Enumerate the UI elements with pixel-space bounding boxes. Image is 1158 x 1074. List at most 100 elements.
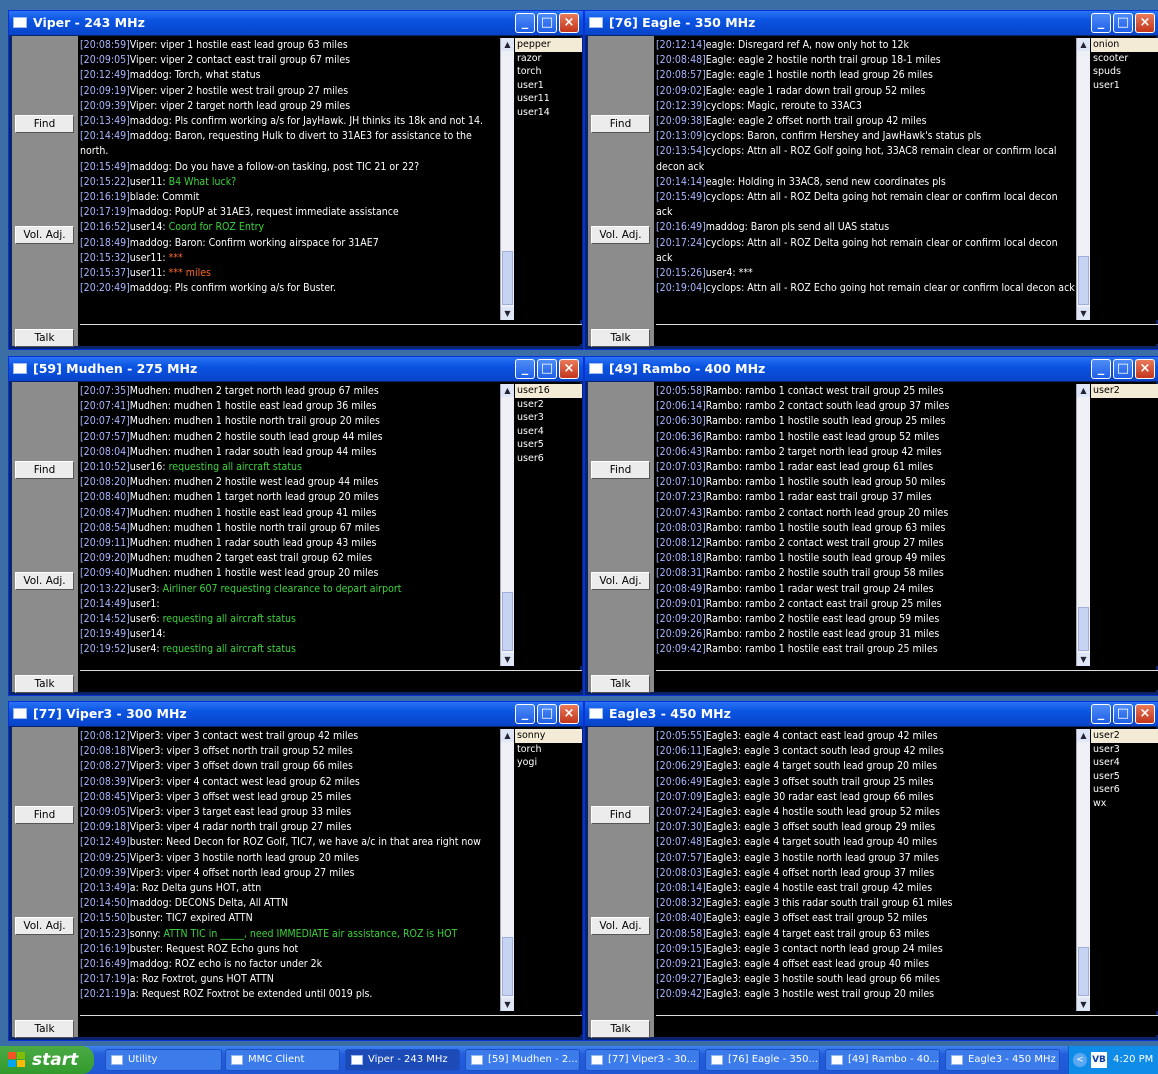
maximize-button[interactable]: □	[1113, 359, 1133, 379]
title-bar[interactable]: Viper - 243 MHz _ □ ×	[9, 11, 583, 35]
user-list-item[interactable]: user4	[515, 425, 582, 439]
taskbar-button[interactable]: Utility	[105, 1049, 222, 1071]
taskbar-button[interactable]: [49] Rambo - 40...	[825, 1049, 940, 1071]
taskbar-button[interactable]: [77] Viper3 - 30...	[585, 1049, 700, 1071]
tray-app-icon[interactable]: VB	[1091, 1052, 1107, 1068]
user-list-item[interactable]: spuds	[1091, 65, 1158, 79]
scroll-down-arrow-icon[interactable]: ▼	[1077, 998, 1090, 1011]
scroll-thumb[interactable]	[1078, 946, 1089, 996]
start-button[interactable]: start	[0, 1046, 94, 1074]
taskbar-button[interactable]: [76] Eagle - 350...	[705, 1049, 820, 1071]
talk-input[interactable]	[80, 670, 582, 690]
user-list-item[interactable]: user6	[515, 452, 582, 466]
user-list-item[interactable]: wx	[1091, 797, 1158, 811]
user-list-item[interactable]: user4	[1091, 756, 1158, 770]
user-list-item[interactable]: torch	[515, 65, 582, 79]
maximize-button[interactable]: □	[1113, 704, 1133, 724]
chat-scrollbar[interactable]: ▲ ▼	[500, 729, 514, 1011]
find-button[interactable]: Find	[15, 115, 74, 133]
minimize-button[interactable]: _	[1091, 704, 1111, 724]
talk-input[interactable]	[656, 324, 1158, 344]
title-bar[interactable]: Eagle3 - 450 MHz _ □ ×	[585, 702, 1158, 726]
user-list-item[interactable]: user6	[1091, 783, 1158, 797]
talk-button[interactable]: Talk	[15, 1020, 74, 1038]
user-list-item[interactable]: user5	[1091, 770, 1158, 784]
scroll-up-arrow-icon[interactable]: ▲	[1077, 38, 1090, 51]
close-button[interactable]: ×	[559, 704, 579, 724]
user-list-item[interactable]: user5	[515, 438, 582, 452]
scroll-down-arrow-icon[interactable]: ▼	[501, 307, 514, 320]
minimize-button[interactable]: _	[1091, 359, 1111, 379]
close-button[interactable]: ×	[559, 359, 579, 379]
user-list-item[interactable]: user2	[515, 398, 582, 412]
chat-scrollbar[interactable]: ▲ ▼	[1076, 384, 1090, 666]
scroll-thumb[interactable]	[502, 936, 513, 996]
user-list-item[interactable]: user3	[515, 411, 582, 425]
scroll-up-arrow-icon[interactable]: ▲	[501, 729, 514, 742]
talk-input[interactable]	[656, 1015, 1158, 1035]
user-list-item[interactable]: user16	[515, 384, 582, 398]
user-list-item[interactable]: user3	[1091, 743, 1158, 757]
talk-input[interactable]	[80, 1015, 582, 1035]
talk-button[interactable]: Talk	[591, 1020, 650, 1038]
talk-button[interactable]: Talk	[591, 675, 650, 693]
user-list-item[interactable]: pepper	[515, 38, 582, 52]
scroll-down-arrow-icon[interactable]: ▼	[1077, 653, 1090, 666]
close-button[interactable]: ×	[1135, 704, 1155, 724]
user-list-item[interactable]: user1	[1091, 79, 1158, 93]
minimize-button[interactable]: _	[515, 13, 535, 33]
scroll-thumb[interactable]	[502, 591, 513, 651]
title-bar[interactable]: [59] Mudhen - 275 MHz _ □ ×	[9, 357, 583, 381]
scroll-thumb[interactable]	[1078, 255, 1089, 305]
close-button[interactable]: ×	[1135, 13, 1155, 33]
taskbar-button[interactable]: [59] Mudhen - 2...	[465, 1049, 580, 1071]
scroll-thumb[interactable]	[1078, 606, 1089, 651]
user-list-item[interactable]: user1	[515, 79, 582, 93]
maximize-button[interactable]: □	[1113, 13, 1133, 33]
taskbar-button[interactable]: Viper - 243 MHz	[345, 1049, 460, 1071]
talk-input[interactable]	[656, 670, 1158, 690]
talk-button[interactable]: Talk	[15, 675, 74, 693]
tray-expand-chevron[interactable]: <	[1073, 1053, 1087, 1067]
title-bar[interactable]: [77] Viper3 - 300 MHz _ □ ×	[9, 702, 583, 726]
minimize-button[interactable]: _	[515, 704, 535, 724]
volume-adjust-button[interactable]: Vol. Adj.	[15, 226, 74, 244]
volume-adjust-button[interactable]: Vol. Adj.	[15, 572, 74, 590]
maximize-button[interactable]: □	[537, 13, 557, 33]
find-button[interactable]: Find	[591, 115, 650, 133]
user-list-item[interactable]: user2	[1091, 729, 1158, 743]
volume-adjust-button[interactable]: Vol. Adj.	[591, 572, 650, 590]
find-button[interactable]: Find	[15, 461, 74, 479]
find-button[interactable]: Find	[591, 461, 650, 479]
taskbar-button[interactable]: Eagle3 - 450 MHz	[945, 1049, 1060, 1071]
user-list-item[interactable]: yogi	[515, 756, 582, 770]
minimize-button[interactable]: _	[515, 359, 535, 379]
user-list-item[interactable]: user2	[1091, 384, 1158, 398]
scroll-up-arrow-icon[interactable]: ▲	[501, 384, 514, 397]
user-list-item[interactable]: razor	[515, 52, 582, 66]
chat-scrollbar[interactable]: ▲ ▼	[1076, 38, 1090, 320]
chat-scrollbar[interactable]: ▲ ▼	[500, 384, 514, 666]
user-list-item[interactable]: onion	[1091, 38, 1158, 52]
maximize-button[interactable]: □	[537, 704, 557, 724]
find-button[interactable]: Find	[591, 806, 650, 824]
user-list-item[interactable]: scooter	[1091, 52, 1158, 66]
volume-adjust-button[interactable]: Vol. Adj.	[591, 226, 650, 244]
scroll-up-arrow-icon[interactable]: ▲	[501, 38, 514, 51]
user-list-item[interactable]: sonny	[515, 729, 582, 743]
scroll-up-arrow-icon[interactable]: ▲	[1077, 384, 1090, 397]
chat-scrollbar[interactable]: ▲ ▼	[500, 38, 514, 320]
title-bar[interactable]: [76] Eagle - 350 MHz _ □ ×	[585, 11, 1158, 35]
title-bar[interactable]: [49] Rambo - 400 MHz _ □ ×	[585, 357, 1158, 381]
user-list-item[interactable]: torch	[515, 743, 582, 757]
find-button[interactable]: Find	[15, 806, 74, 824]
close-button[interactable]: ×	[559, 13, 579, 33]
scroll-down-arrow-icon[interactable]: ▼	[501, 998, 514, 1011]
volume-adjust-button[interactable]: Vol. Adj.	[591, 917, 650, 935]
scroll-down-arrow-icon[interactable]: ▼	[1077, 307, 1090, 320]
user-list-item[interactable]: user14	[515, 106, 582, 120]
scroll-up-arrow-icon[interactable]: ▲	[1077, 729, 1090, 742]
minimize-button[interactable]: _	[1091, 13, 1111, 33]
close-button[interactable]: ×	[1135, 359, 1155, 379]
taskbar-button[interactable]: MMC Client	[225, 1049, 340, 1071]
